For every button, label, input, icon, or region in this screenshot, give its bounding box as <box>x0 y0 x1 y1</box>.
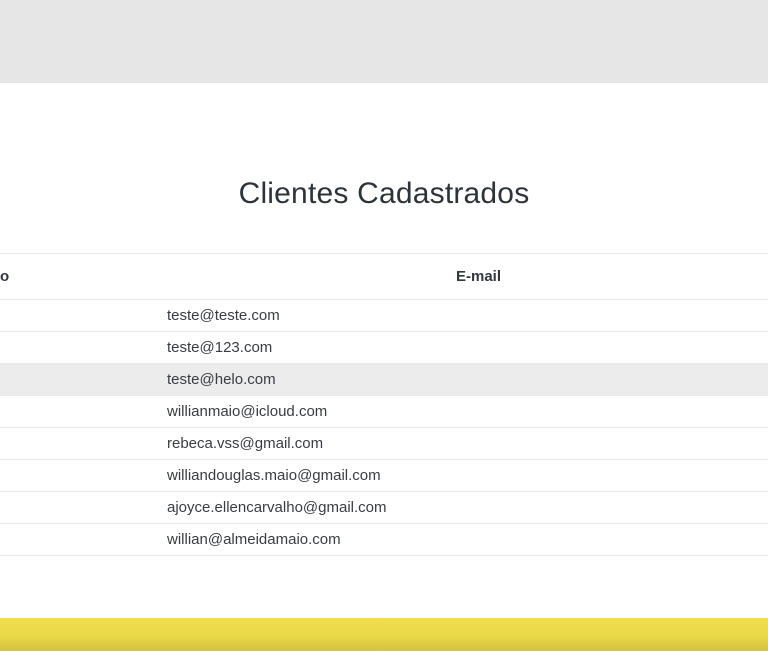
table-header-row: o E-mail <box>0 253 768 300</box>
email-cell: williandouglas.maio@gmail.com <box>155 459 768 492</box>
bottom-yellow-bar <box>0 618 768 651</box>
email-cell: willian@almeidamaio.com <box>155 523 768 556</box>
name-cell <box>0 299 155 332</box>
column-header-name-partial: o <box>0 253 155 300</box>
table-row[interactable]: teste@123.com <box>0 331 768 364</box>
name-cell <box>0 331 155 364</box>
name-cell <box>0 427 155 460</box>
name-cell <box>0 491 155 524</box>
table-row[interactable]: willianmaio@icloud.com <box>0 395 768 428</box>
name-cell <box>0 395 155 428</box>
column-header-email: E-mail <box>155 253 768 300</box>
table-body: teste@teste.com teste@123.com teste@helo… <box>0 299 768 556</box>
page-title: Clientes Cadastrados <box>238 177 530 210</box>
email-cell: teste@teste.com <box>155 299 768 332</box>
top-navbar-band <box>0 0 768 83</box>
email-cell: teste@123.com <box>155 331 768 364</box>
table-viewport[interactable]: o E-mail teste@teste.com teste@123.com t… <box>0 253 768 556</box>
email-cell: rebeca.vss@gmail.com <box>155 427 768 460</box>
name-cell <box>0 523 155 556</box>
table-row[interactable]: willian@almeidamaio.com <box>0 523 768 556</box>
table-row[interactable]: teste@teste.com <box>0 299 768 332</box>
table-row[interactable]: ajoyce.ellencarvalho@gmail.com <box>0 491 768 524</box>
email-cell: willianmaio@icloud.com <box>155 395 768 428</box>
email-cell: ajoyce.ellencarvalho@gmail.com <box>155 491 768 524</box>
clients-table: o E-mail teste@teste.com teste@123.com t… <box>0 253 768 556</box>
table-head: o E-mail <box>0 253 768 300</box>
email-cell: teste@helo.com <box>155 363 768 396</box>
name-cell <box>0 363 155 396</box>
table-row[interactable]: rebeca.vss@gmail.com <box>0 427 768 460</box>
name-cell <box>0 459 155 492</box>
table-row[interactable]: williandouglas.maio@gmail.com <box>0 459 768 492</box>
table-row[interactable]: teste@helo.com <box>0 363 768 396</box>
